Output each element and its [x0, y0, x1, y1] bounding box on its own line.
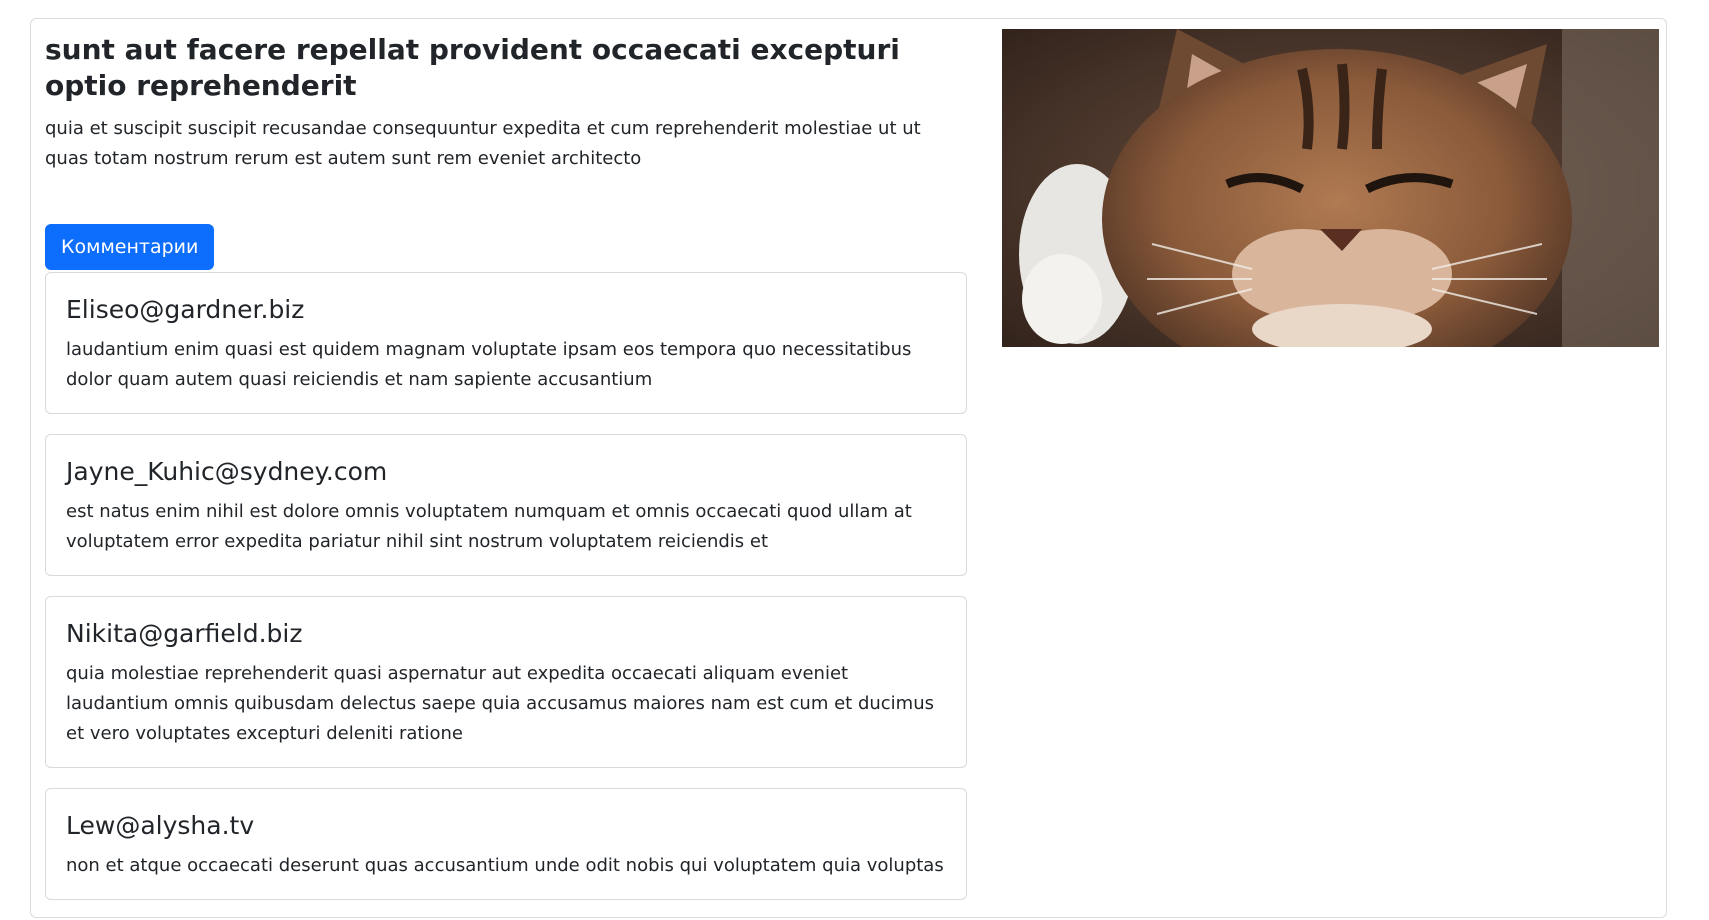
comment-email: Jayne_Kuhic@sydney.com [66, 457, 388, 486]
post-body: quia et suscipit suscipit recusandae con… [45, 118, 921, 169]
comment-body: laudantium enim quasi est quidem magnam … [66, 339, 912, 390]
comment-body: est natus enim nihil est dolore omnis vo… [66, 501, 912, 552]
comment-card: Eliseo@gardner.biz laudantium enim quasi… [45, 272, 967, 414]
comment-card: Nikita@garfield.biz quia molestiae repre… [45, 596, 967, 768]
cat-image [1002, 29, 1659, 347]
post-title: sunt aut facere repellat provident occae… [45, 33, 900, 102]
comments-button[interactable]: Комментарии [45, 224, 215, 270]
comment-body: quia molestiae reprehenderit quasi asper… [66, 663, 934, 744]
post-content: sunt aut facere repellat provident occae… [45, 32, 967, 174]
comment-email: Lew@alysha.tv [66, 811, 255, 840]
comments-list: Eliseo@gardner.biz laudantium enim quasi… [45, 272, 967, 920]
comment-card: Lew@alysha.tv non et atque occaecati des… [45, 788, 967, 900]
comment-email: Nikita@garfield.biz [66, 619, 303, 648]
comment-email: Eliseo@gardner.biz [66, 295, 305, 324]
comment-card: Jayne_Kuhic@sydney.com est natus enim ni… [45, 434, 967, 576]
